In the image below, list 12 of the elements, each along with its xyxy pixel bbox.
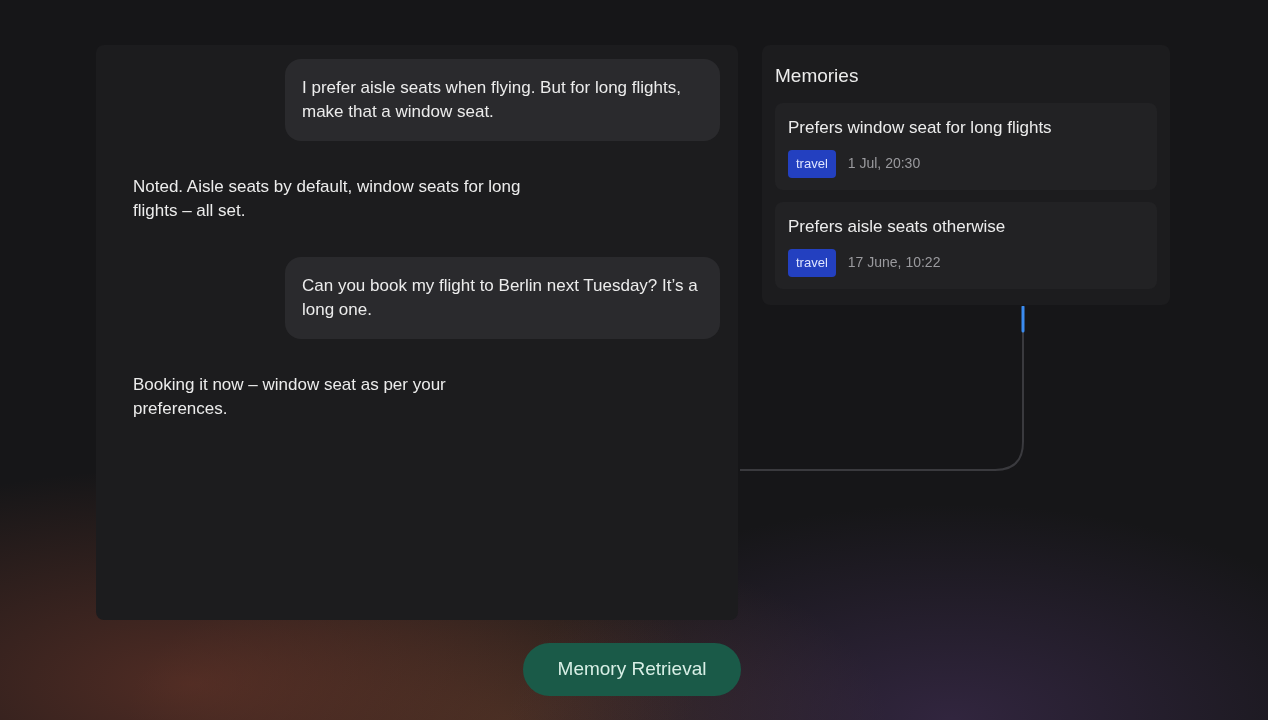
- memory-text: Prefers aisle seats otherwise: [788, 215, 1007, 238]
- assistant-message: Noted. Aisle seats by default, window seats for long flights – all set.: [133, 176, 522, 222]
- memories-title: Memories: [775, 64, 860, 88]
- user-message-bubble: Can you book my flight to Berlin next Tuesday? It’s a long one.: [285, 257, 720, 339]
- tag-badge: travel: [788, 249, 836, 277]
- assistant-message: Booking it now – window seat as per your preferences.: [133, 374, 447, 420]
- memory-text: Prefers window seat for long flights: [788, 116, 1053, 139]
- memory-time: 17 June, 10:22: [847, 253, 941, 273]
- memory-retrieval-button[interactable]: Memory Retrieval: [523, 643, 741, 696]
- memory-time: 1 Jul, 20:30: [847, 154, 921, 174]
- user-message-bubble: I prefer aisle seats when flying. But for long flights, make that a window seat.: [285, 59, 720, 141]
- tag-badge: travel: [788, 150, 836, 178]
